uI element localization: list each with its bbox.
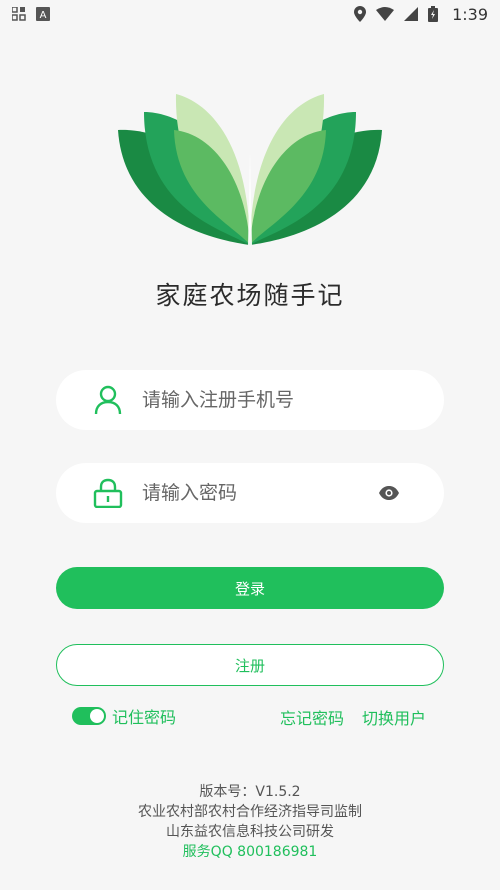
login-button[interactable]: 登录	[56, 567, 444, 609]
status-right: 1:39	[354, 5, 488, 24]
footer: 版本号：V1.5.2 农业农村部农村合作经济指导司监制 山东益农信息科技公司研发…	[0, 782, 500, 862]
service-qq-link[interactable]: 服务QQ 800186981	[0, 842, 500, 862]
remember-password-toggle[interactable]: 记住密码	[72, 704, 176, 728]
password-field[interactable]	[56, 463, 444, 523]
remember-password-label: 记住密码	[112, 708, 177, 727]
user-icon	[88, 380, 128, 420]
lock-icon	[88, 473, 128, 513]
switch-user-link[interactable]: 切换用户	[362, 705, 426, 729]
phone-field[interactable]	[56, 370, 444, 430]
register-button[interactable]: 注册	[56, 644, 444, 686]
svg-text:A: A	[40, 10, 47, 21]
show-password-eye-icon[interactable]	[378, 483, 400, 503]
version-text: 版本号：V1.5.2	[199, 784, 301, 800]
a-badge-icon: A	[36, 7, 50, 21]
supervisor-text: 农业农村部农村合作经济指导司监制	[138, 804, 362, 820]
phone-input[interactable]	[142, 389, 362, 411]
app-title: 家庭农场随手记	[155, 281, 345, 310]
forgot-password-link[interactable]: 忘记密码	[280, 705, 344, 729]
status-time: 1:39	[452, 4, 488, 24]
app-logo	[114, 90, 386, 250]
app-grid-icon	[12, 7, 26, 21]
status-left: A	[12, 7, 50, 21]
developer-text: 山东益农信息科技公司研发	[166, 824, 334, 840]
status-bar: A 1:39	[0, 0, 500, 28]
password-input[interactable]	[142, 482, 362, 504]
signal-icon	[404, 7, 419, 21]
location-icon	[354, 6, 367, 22]
wifi-icon	[376, 7, 395, 21]
toggle-knob	[90, 709, 104, 723]
toggle-switch[interactable]	[72, 707, 106, 725]
battery-icon	[428, 6, 439, 22]
